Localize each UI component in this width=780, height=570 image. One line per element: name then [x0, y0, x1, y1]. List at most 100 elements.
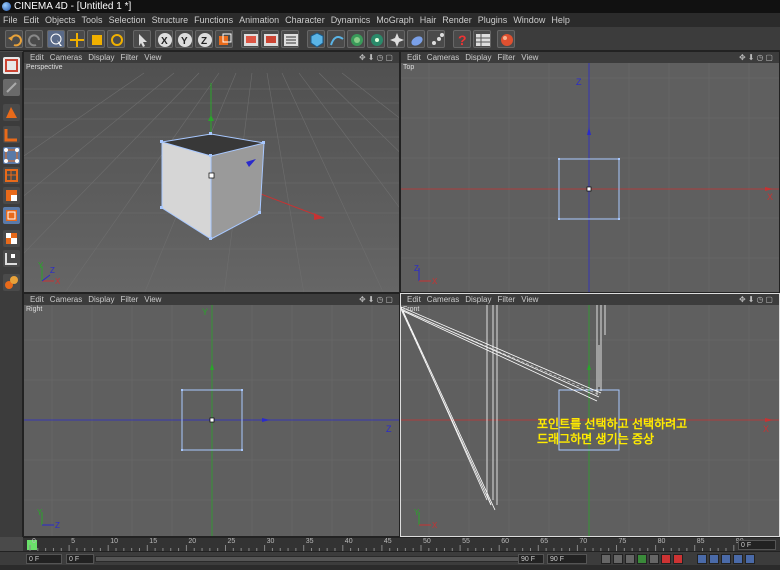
viewport-menu-display[interactable]: Display: [465, 295, 491, 304]
x-axis-lock-icon[interactable]: X: [155, 30, 173, 48]
play-icon[interactable]: [637, 554, 647, 564]
live-select-icon[interactable]: [47, 30, 65, 48]
menu-dynamics[interactable]: Dynamics: [328, 13, 374, 27]
menu-functions[interactable]: Functions: [191, 13, 236, 27]
viewport-menu-display[interactable]: Display: [88, 295, 114, 304]
array-icon[interactable]: [367, 30, 385, 48]
deformer-icon[interactable]: [387, 30, 405, 48]
record-icon[interactable]: [661, 554, 671, 564]
workplane-icon[interactable]: [3, 274, 20, 291]
end-frame-field[interactable]: 90 F: [547, 554, 587, 564]
viewport-menu-edit[interactable]: Edit: [407, 53, 421, 62]
start-frame-field[interactable]: 0 F: [26, 554, 62, 564]
cube-icon[interactable]: [307, 30, 325, 48]
viewport-menu-display[interactable]: Display: [465, 53, 491, 62]
viewport-right[interactable]: Edit Cameras Display Filter View ✥⬇◷▢ Y Z Y …: [23, 293, 400, 537]
viewport-perspective[interactable]: Edit Cameras Display Filter View ✥⬇◷▢ Y …: [23, 51, 400, 293]
coordinate-system-icon[interactable]: [215, 30, 233, 48]
rotate-icon[interactable]: [107, 30, 125, 48]
menu-mograph[interactable]: MoGraph: [373, 13, 417, 27]
viewport-menu-view[interactable]: View: [521, 295, 538, 304]
viewport-front[interactable]: Edit Cameras Display Filter View ✥⬇◷▢ X Y X …: [400, 293, 780, 537]
viewport-menu-filter[interactable]: Filter: [120, 295, 138, 304]
spline-pen-icon[interactable]: [327, 30, 345, 48]
viewport-nav-controls[interactable]: ✥⬇◷▢: [359, 52, 395, 63]
viewport-menu-filter[interactable]: Filter: [497, 53, 515, 62]
animation-mode-icon[interactable]: [3, 207, 20, 224]
viewport-menu-filter[interactable]: Filter: [497, 295, 515, 304]
render-settings-icon[interactable]: [281, 30, 299, 48]
goto-start-icon[interactable]: [601, 554, 611, 564]
points-mode-icon[interactable]: [3, 147, 20, 164]
axis-x-label: X: [763, 424, 769, 434]
axis-x-label: X: [767, 192, 773, 202]
viewport-menu-view[interactable]: View: [144, 53, 161, 62]
select-arrow-icon[interactable]: [133, 30, 151, 48]
viewport-menu-filter[interactable]: Filter: [120, 53, 138, 62]
preview-range-slider[interactable]: [95, 556, 535, 562]
tweak-mode-icon[interactable]: [3, 250, 20, 267]
viewport-menu-view[interactable]: View: [144, 295, 161, 304]
light-icon[interactable]: [427, 30, 445, 48]
current-frame-field[interactable]: 0 F: [738, 540, 776, 550]
viewport-menu-cameras[interactable]: Cameras: [427, 295, 459, 304]
viewport-nav-controls[interactable]: ✥⬇◷▢: [739, 52, 775, 63]
redo-icon[interactable]: [25, 30, 43, 48]
menu-animation[interactable]: Animation: [236, 13, 282, 27]
min-frame-field[interactable]: 0 F: [66, 554, 94, 564]
nurbs-icon[interactable]: [347, 30, 365, 48]
texture-mode-icon[interactable]: [3, 126, 20, 143]
key-pla-icon[interactable]: [745, 554, 755, 564]
help-icon[interactable]: ?: [453, 30, 471, 48]
object-axis-icon[interactable]: [3, 104, 20, 121]
menu-structure[interactable]: Structure: [149, 13, 192, 27]
autokey-icon[interactable]: [673, 554, 683, 564]
menu-selection[interactable]: Selection: [106, 13, 149, 27]
scene-object-icon[interactable]: [407, 30, 425, 48]
model-mode-icon[interactable]: [3, 79, 20, 96]
menu-window[interactable]: Window: [510, 13, 548, 27]
viewport-menu-edit[interactable]: Edit: [30, 53, 44, 62]
viewport-top[interactable]: Edit Cameras Display Filter View ✥⬇◷▢ Z X Z …: [400, 51, 780, 293]
viewport-menu-edit[interactable]: Edit: [30, 295, 44, 304]
menu-edit[interactable]: Edit: [21, 13, 43, 27]
scale-icon[interactable]: [87, 30, 105, 48]
menu-help[interactable]: Help: [548, 13, 573, 27]
timeline-icon[interactable]: [473, 30, 491, 48]
edges-mode-icon[interactable]: [3, 167, 20, 184]
viewport-menu-display[interactable]: Display: [88, 53, 114, 62]
polygons-mode-icon[interactable]: [3, 187, 20, 204]
z-axis-lock-icon[interactable]: Z: [195, 30, 213, 48]
y-axis-lock-icon[interactable]: Y: [175, 30, 193, 48]
viewport-menu-cameras[interactable]: Cameras: [50, 53, 82, 62]
viewport-menu-cameras[interactable]: Cameras: [50, 295, 82, 304]
viewport-menu-view[interactable]: View: [521, 53, 538, 62]
timeline-ruler[interactable]: 051015202530354045505560657075808590: [23, 537, 780, 552]
next-frame-icon[interactable]: [649, 554, 659, 564]
checker-icon[interactable]: [3, 230, 20, 247]
move-icon[interactable]: [67, 30, 85, 48]
key-rotation-icon[interactable]: [721, 554, 731, 564]
key-scale-icon[interactable]: [709, 554, 719, 564]
prev-frame-icon[interactable]: [625, 554, 635, 564]
menu-character[interactable]: Character: [282, 13, 328, 27]
undo-icon[interactable]: [5, 30, 23, 48]
menu-file[interactable]: File: [0, 13, 21, 27]
key-position-icon[interactable]: [697, 554, 707, 564]
render-picture-viewer-icon[interactable]: [261, 30, 279, 48]
viewport-nav-controls[interactable]: ✥⬇◷▢: [739, 294, 775, 305]
menu-objects[interactable]: Objects: [42, 13, 79, 27]
menu-render[interactable]: Render: [439, 13, 475, 27]
viewport-nav-controls[interactable]: ✥⬇◷▢: [359, 294, 395, 305]
menu-plugins[interactable]: Plugins: [475, 13, 511, 27]
max-frame-field[interactable]: 90 F: [518, 554, 544, 564]
menu-tools[interactable]: Tools: [79, 13, 106, 27]
viewport-menu-edit[interactable]: Edit: [407, 295, 421, 304]
prev-key-icon[interactable]: [613, 554, 623, 564]
menu-hair[interactable]: Hair: [417, 13, 440, 27]
material-ball-icon[interactable]: [497, 30, 515, 48]
key-parameter-icon[interactable]: [733, 554, 743, 564]
render-view-icon[interactable]: [241, 30, 259, 48]
viewport-menu-cameras[interactable]: Cameras: [427, 53, 459, 62]
make-editable-icon[interactable]: [3, 57, 20, 74]
